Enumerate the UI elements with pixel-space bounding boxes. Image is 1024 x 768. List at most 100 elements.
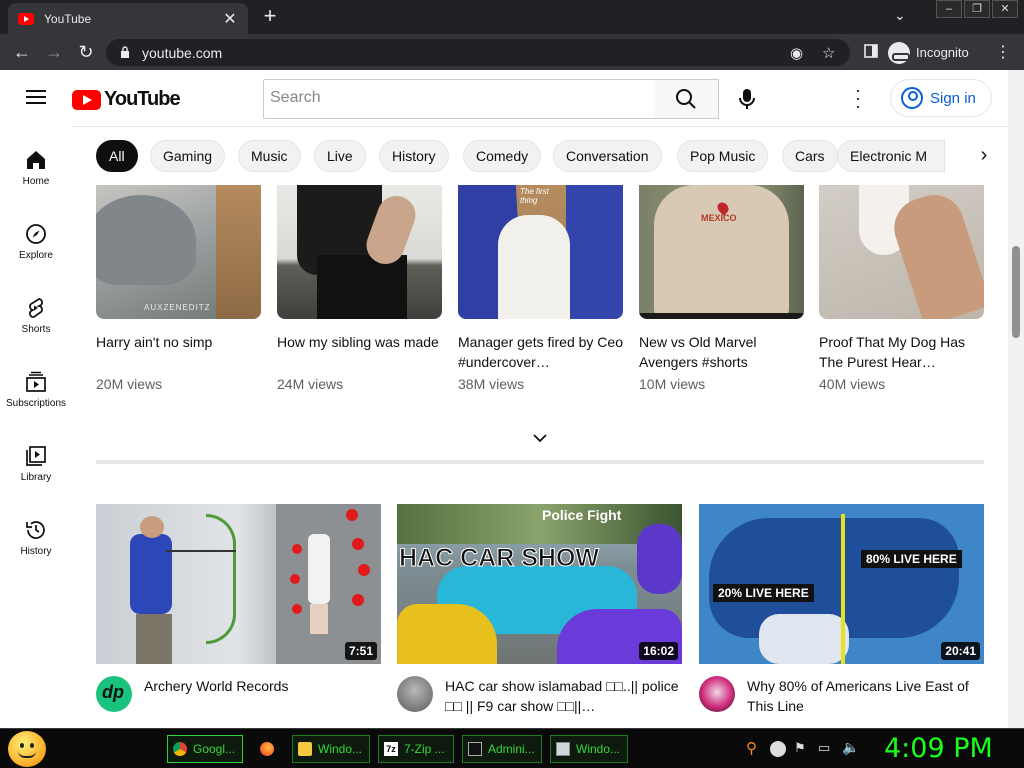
- close-tab-icon[interactable]: ✕: [222, 9, 238, 29]
- new-tab-button[interactable]: +: [258, 4, 282, 28]
- guide-label: Shorts: [21, 324, 51, 335]
- video-card[interactable]: Police Fight HAC CAR SHOW 16:02 HAC car …: [397, 504, 682, 716]
- search-tray-icon[interactable]: ⚲: [746, 739, 762, 757]
- guide-item-explore[interactable]: Explore: [0, 222, 72, 261]
- close-window-button[interactable]: ✕: [992, 0, 1018, 18]
- video-title[interactable]: Archery World Records: [144, 676, 288, 712]
- taskbar-item-window[interactable]: Windo...: [550, 735, 628, 763]
- minimize-button[interactable]: –: [936, 0, 962, 18]
- short-thumbnail[interactable]: The first thing: [458, 185, 623, 319]
- short-card[interactable]: MEXICO New vs Old Marvel Avengers #short…: [639, 185, 804, 392]
- action-center-flag-icon[interactable]: ⚑: [794, 740, 810, 756]
- video-title[interactable]: Why 80% of Americans Live East of This L…: [747, 676, 984, 716]
- taskbar-item-chrome[interactable]: Googl...: [167, 735, 243, 763]
- short-title[interactable]: Proof That My Dog Has The Purest Hear…: [819, 332, 984, 372]
- chip-pop-music[interactable]: Pop Music: [677, 140, 769, 172]
- guide-item-subscriptions[interactable]: Subscriptions: [0, 370, 72, 409]
- page-scrollbar[interactable]: [1008, 70, 1024, 728]
- bookmark-star-icon[interactable]: ☆: [822, 44, 835, 62]
- video-thumbnail[interactable]: 7:51: [96, 504, 381, 664]
- video-card[interactable]: 80% LIVE HERE 20% LIVE HERE 20:41 Why 80…: [699, 504, 984, 716]
- short-overlay-text: The first thing: [520, 187, 549, 205]
- short-title[interactable]: Manager gets fired by Ceo #undercover…: [458, 332, 623, 372]
- logo-text: YouTube: [104, 88, 181, 110]
- video-duration: 20:41: [941, 642, 980, 660]
- chip-bar: All Gaming Music Live History Comedy Con…: [72, 126, 1008, 184]
- scrollbar-thumb[interactable]: [1012, 246, 1020, 338]
- chip-live[interactable]: Live: [314, 140, 366, 172]
- short-thumbnail[interactable]: [819, 185, 984, 319]
- short-views: 38M views: [458, 376, 525, 392]
- short-thumbnail[interactable]: [277, 185, 442, 319]
- channel-avatar[interactable]: dp: [96, 676, 132, 712]
- taskbar-clock[interactable]: 4:09 PM: [884, 733, 993, 764]
- volume-mixer-icon[interactable]: [770, 741, 786, 757]
- chip-history[interactable]: History: [379, 140, 449, 172]
- short-card[interactable]: AUXZENEDITZ Harry ain't no simp 20M view…: [96, 185, 261, 392]
- chip-comedy[interactable]: Comedy: [463, 140, 542, 172]
- guide-item-library[interactable]: Library: [0, 444, 72, 483]
- start-button-smiley-icon[interactable]: [8, 731, 46, 767]
- tab-search-chevron-icon[interactable]: ⌄: [894, 7, 906, 24]
- short-overlay-text: MEXICO: [701, 213, 737, 223]
- incognito-profile-button[interactable]: Incognito: [888, 39, 982, 66]
- eye-slash-icon[interactable]: ◉: [790, 44, 803, 62]
- video-card[interactable]: 7:51 dp Archery World Records: [96, 504, 381, 712]
- address-bar[interactable]: youtube.com ◉ ☆: [106, 39, 850, 66]
- search-input[interactable]: [270, 80, 650, 116]
- network-icon[interactable]: ▭: [818, 740, 834, 756]
- short-thumbnail[interactable]: AUXZENEDITZ: [96, 185, 261, 319]
- short-card[interactable]: The first thing Manager gets fired by Ce…: [458, 185, 623, 392]
- taskbar-item-firefox[interactable]: [255, 735, 283, 763]
- youtube-page: YouTube ··· Sign in Home Ex: [0, 70, 1024, 728]
- forward-arrow-icon[interactable]: →: [44, 42, 64, 62]
- chip-gaming[interactable]: Gaming: [150, 140, 226, 172]
- task-label: Googl...: [193, 742, 236, 756]
- side-panel-icon[interactable]: [864, 44, 878, 58]
- search-icon: [676, 89, 696, 109]
- video-overlay-text: HAC CAR SHOW: [399, 544, 600, 573]
- video-thumbnail[interactable]: 80% LIVE HERE 20% LIVE HERE 20:41: [699, 504, 984, 664]
- chip-all[interactable]: All: [96, 140, 138, 172]
- video-meta: HAC car show islamabad □□..|| police □□ …: [397, 676, 682, 716]
- search-box: [263, 79, 656, 119]
- channel-avatar[interactable]: [699, 676, 735, 712]
- settings-more-icon[interactable]: · · ·: [855, 81, 861, 115]
- taskbar-item-7zip[interactable]: 7z 7-Zip ...: [378, 735, 454, 763]
- channel-avatar[interactable]: [397, 676, 433, 712]
- library-icon: [26, 446, 46, 466]
- video-thumbnail[interactable]: Police Fight HAC CAR SHOW 16:02: [397, 504, 682, 664]
- short-title[interactable]: New vs Old Marvel Avengers #shorts: [639, 332, 804, 372]
- short-title[interactable]: Harry ain't no simp: [96, 332, 261, 372]
- hamburger-menu-icon[interactable]: [26, 90, 46, 104]
- chip-electronic[interactable]: Electronic M: [837, 140, 945, 172]
- short-title[interactable]: How my sibling was made: [277, 332, 442, 372]
- browser-tab-youtube[interactable]: YouTube ✕: [8, 3, 248, 34]
- short-card[interactable]: Proof That My Dog Has The Purest Hear… 4…: [819, 185, 984, 392]
- sign-in-button[interactable]: Sign in: [890, 79, 992, 117]
- chip-conversation[interactable]: Conversation: [553, 140, 662, 172]
- chevron-down-icon[interactable]: [530, 428, 550, 448]
- taskbar-item-explorer[interactable]: Windo...: [292, 735, 370, 763]
- chip-music[interactable]: Music: [238, 140, 301, 172]
- search-button[interactable]: [655, 79, 719, 119]
- task-label: Windo...: [318, 742, 363, 756]
- short-thumbnail[interactable]: MEXICO: [639, 185, 804, 319]
- maximize-button[interactable]: ❐: [964, 0, 990, 18]
- task-label: Admini...: [488, 742, 535, 756]
- video-title[interactable]: HAC car show islamabad □□..|| police □□ …: [445, 676, 682, 716]
- window-controls: – ❐ ✕: [936, 0, 1018, 18]
- reload-icon[interactable]: ↻: [76, 42, 96, 62]
- chip-cars[interactable]: Cars: [782, 140, 838, 172]
- back-arrow-icon[interactable]: ←: [12, 42, 32, 62]
- guide-item-shorts[interactable]: Shorts: [0, 296, 72, 335]
- chrome-menu-icon[interactable]: ⋮: [995, 42, 1011, 62]
- taskbar-item-cmd[interactable]: Admini...: [462, 735, 542, 763]
- chevron-right-icon[interactable]: ›: [972, 144, 996, 168]
- youtube-logo[interactable]: YouTube: [72, 88, 181, 111]
- microphone-icon[interactable]: [738, 88, 756, 110]
- short-card[interactable]: How my sibling was made 24M views: [277, 185, 442, 392]
- guide-item-home[interactable]: Home: [0, 148, 72, 187]
- speaker-icon[interactable]: 🔈: [842, 739, 859, 755]
- guide-item-history[interactable]: History: [0, 518, 72, 557]
